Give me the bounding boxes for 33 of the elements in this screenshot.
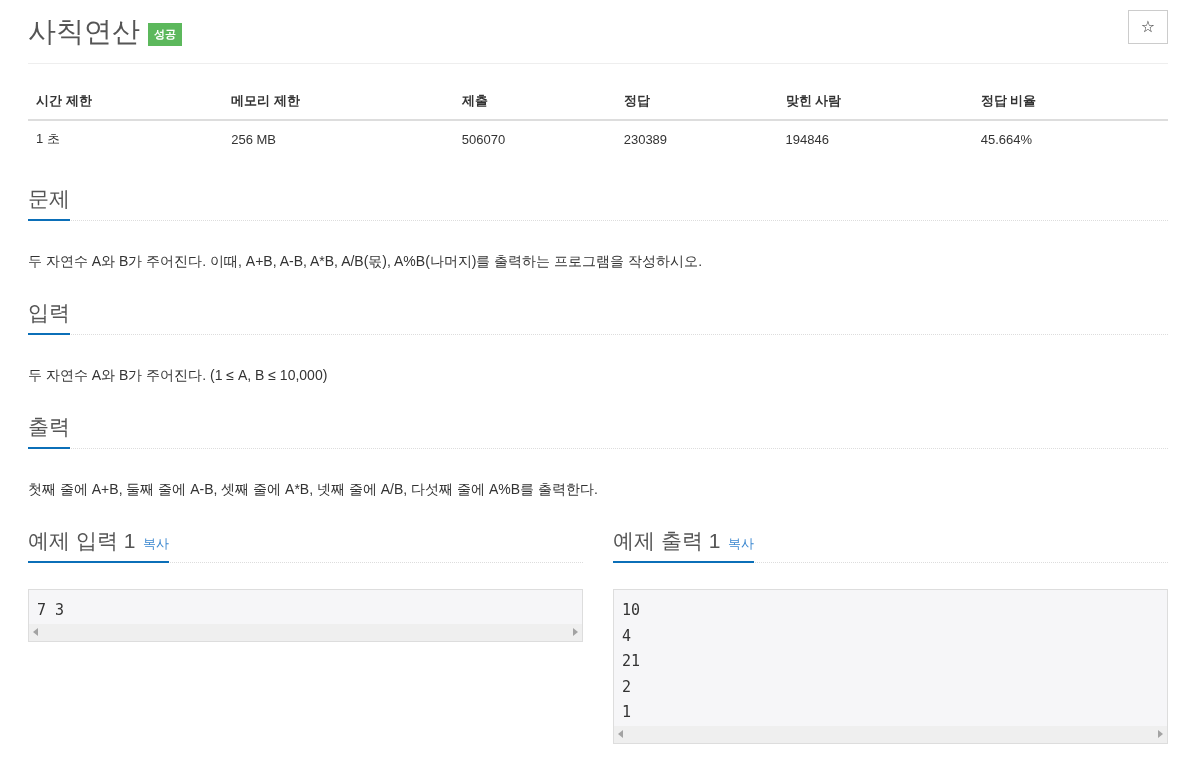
column-header: 맞힌 사람 — [777, 83, 973, 120]
horizontal-scrollbar[interactable] — [29, 623, 582, 641]
scroll-right-icon[interactable] — [573, 628, 578, 636]
section-heading: 출력 — [28, 413, 70, 449]
column-header: 시간 제한 — [28, 83, 224, 120]
section-heading: 문제 — [28, 185, 70, 221]
scroll-left-icon[interactable] — [33, 628, 38, 636]
star-button[interactable]: ☆ — [1128, 9, 1168, 44]
section-text: 두 자연수 A와 B가 주어진다. 이때, A+B, A-B, A*B, A/B(몫), A%B(나머지)를 출력하는 프로그램을 작성하시오. — [28, 252, 704, 271]
column-header: 메모리 제한 — [223, 83, 454, 120]
column-header: 제출 — [453, 83, 616, 120]
column-header: 정답 비율 — [972, 83, 1168, 120]
scroll-left-icon[interactable] — [618, 730, 623, 738]
table-cell: 256 MB — [223, 120, 454, 157]
section-text: 두 자연수 A와 B가 주어진다. (1 ≤ A, B ≤ 10,000) — [28, 366, 329, 385]
table-cell: 230389 — [615, 120, 778, 157]
copy-link[interactable]: 복사 — [728, 535, 755, 553]
sample-heading: 예제 출력 1 — [613, 528, 721, 554]
copy-link[interactable]: 복사 — [143, 535, 170, 553]
section-text: 첫째 줄에 A+B, 둘째 줄에 A-B, 셋째 줄에 A*B, 넷째 줄에 A/B, 다섯째 줄에 A%B를 출력한다. — [28, 480, 599, 499]
scroll-right-icon[interactable] — [1158, 730, 1163, 738]
problem-title: 사칙연산 — [28, 14, 140, 49]
table-cell: 506070 — [453, 120, 616, 157]
horizontal-scrollbar[interactable] — [614, 725, 1167, 743]
column-header: 정답 — [615, 83, 778, 120]
sample-heading: 예제 입력 1 — [28, 528, 136, 554]
table-cell: 1 초 — [28, 120, 224, 157]
sample-text: 10 4 21 2 1 — [621, 600, 642, 723]
table-cell: 45.664% — [972, 120, 1168, 157]
status-badge: 성공 — [148, 23, 182, 46]
section-heading: 입력 — [28, 299, 70, 335]
sample-text: 7 3 — [36, 600, 66, 621]
table-cell: 194846 — [777, 120, 973, 157]
